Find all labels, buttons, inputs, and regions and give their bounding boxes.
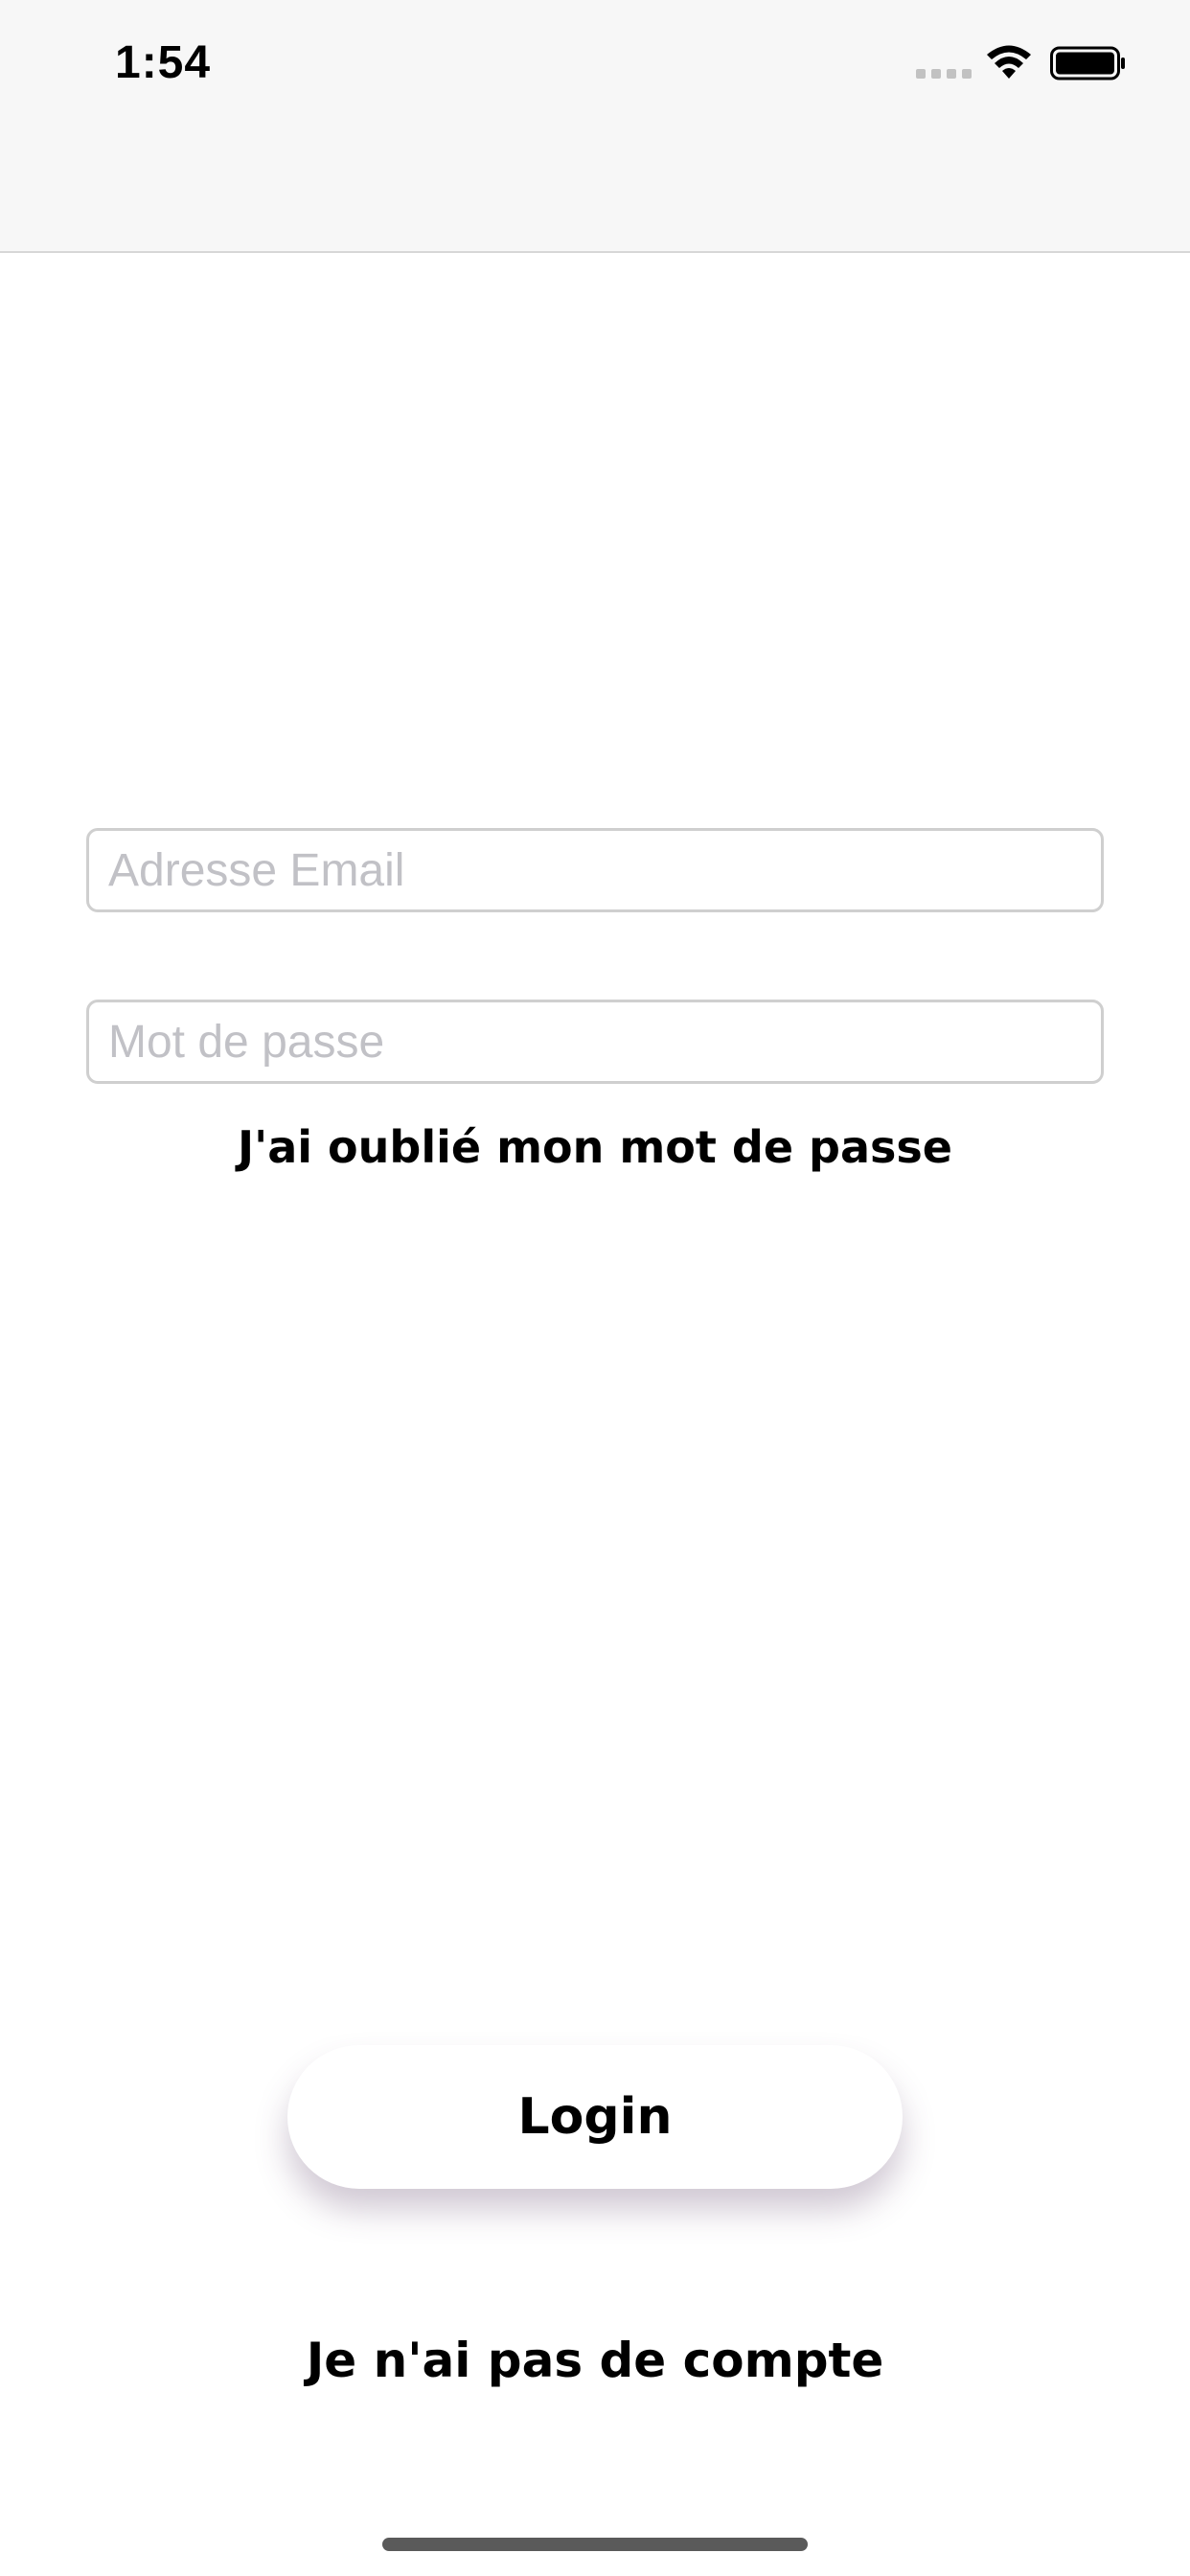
- navigation-bar: 1:54: [0, 0, 1190, 253]
- no-account-link[interactable]: Je n'ai pas de compte: [0, 2333, 1190, 2388]
- wifi-icon: [987, 45, 1031, 79]
- email-field[interactable]: [86, 828, 1104, 912]
- status-time: 1:54: [115, 37, 212, 88]
- password-field[interactable]: [86, 1000, 1104, 1084]
- forgot-password-link[interactable]: J'ai oublié mon mot de passe: [0, 1121, 1190, 1173]
- cellular-signal-icon: [916, 69, 972, 79]
- battery-icon: [1050, 46, 1125, 80]
- home-indicator[interactable]: [382, 2538, 808, 2551]
- login-button[interactable]: Login: [287, 2045, 903, 2189]
